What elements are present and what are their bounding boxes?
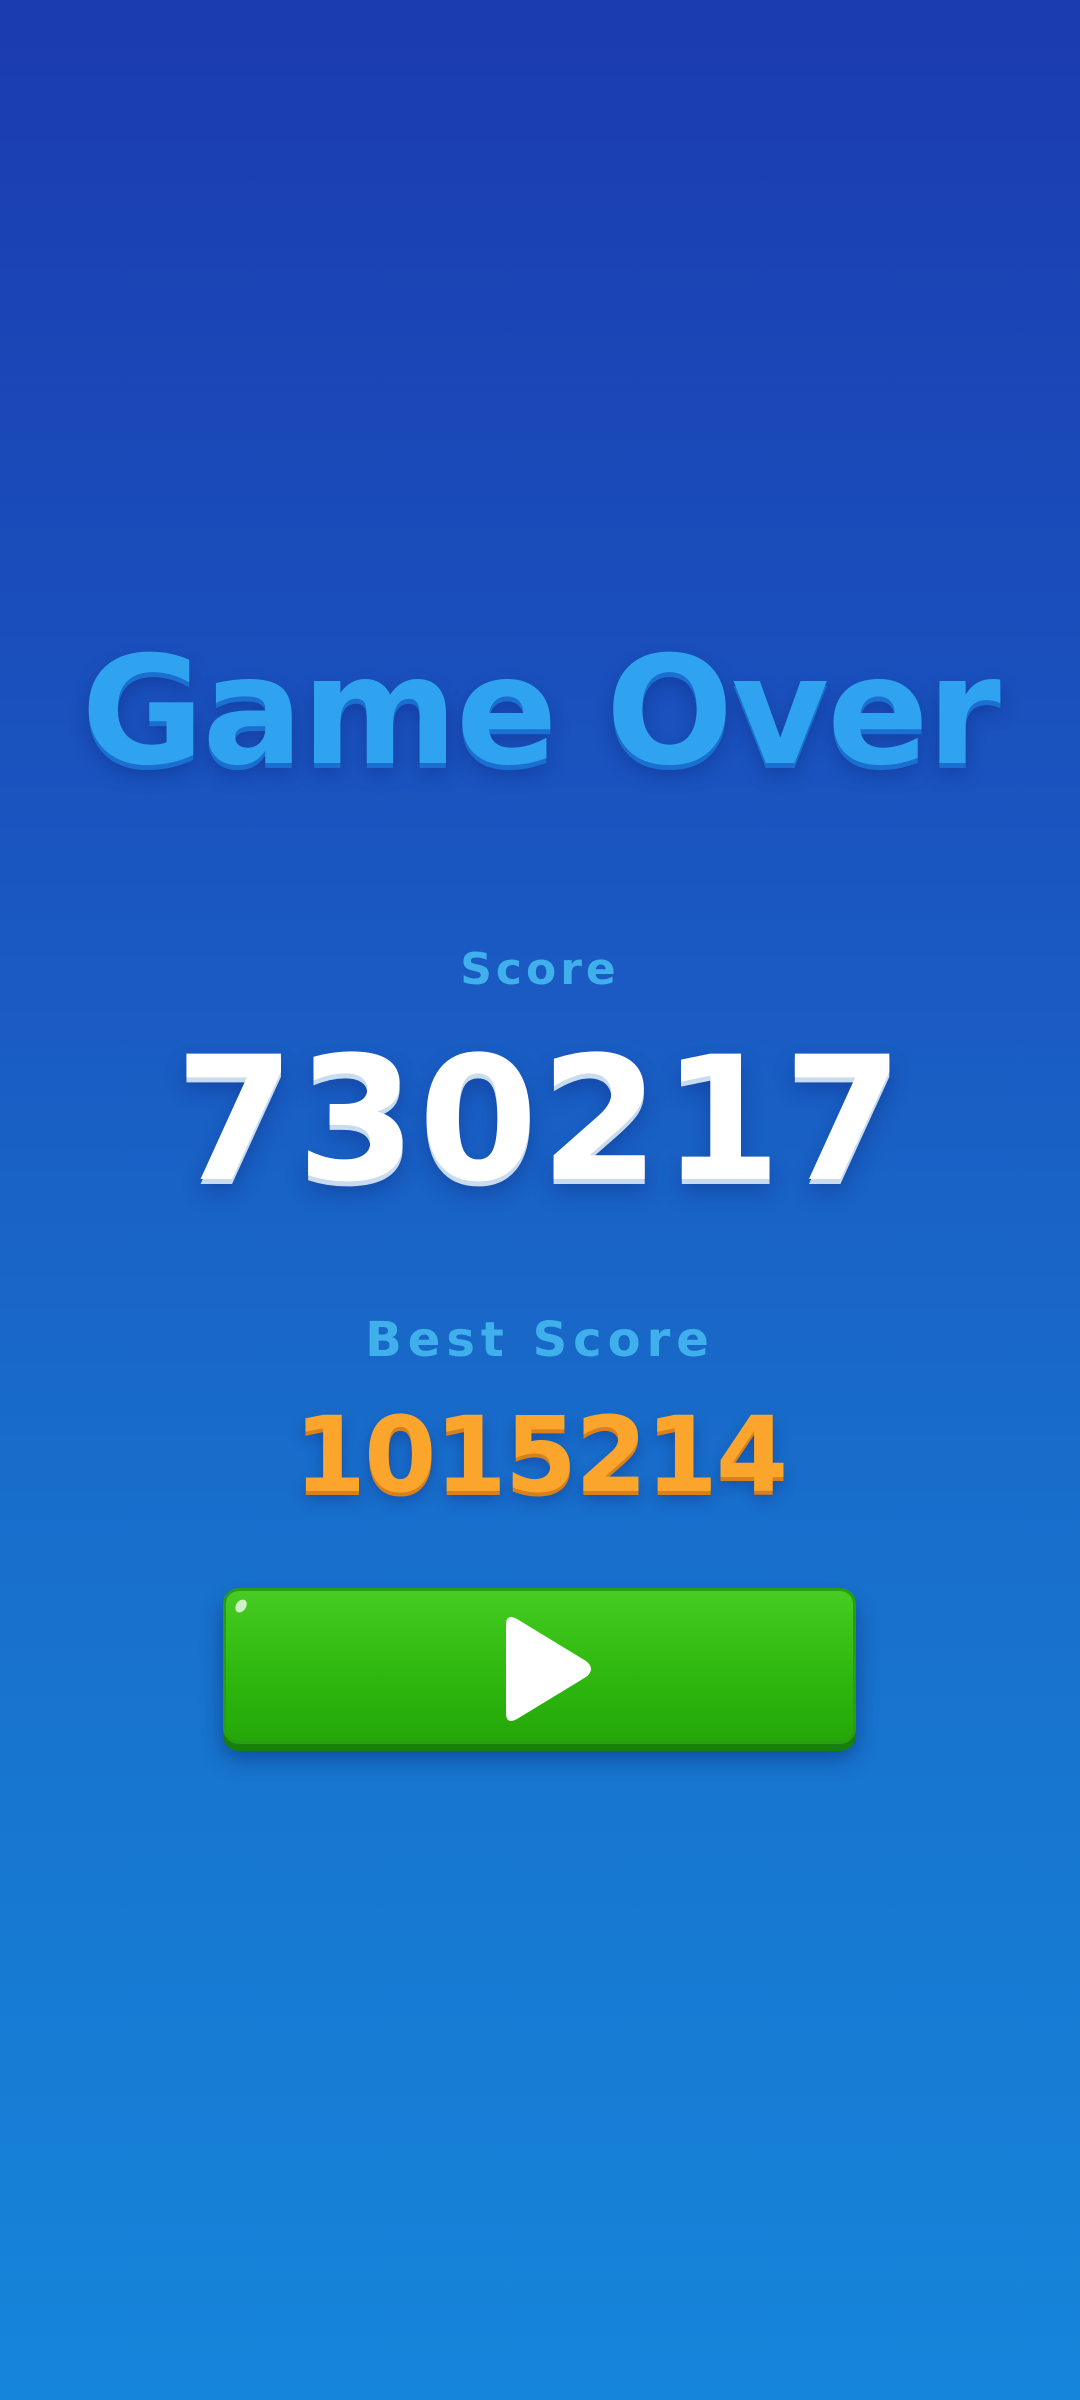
score-value: 730217 (174, 1019, 906, 1220)
game-over-screen: Game Over Score 730217 Best Score 101521… (0, 0, 1080, 2400)
button-gloss-highlight (232, 1597, 250, 1615)
score-label: Score (460, 944, 620, 995)
best-score-value: 1015214 (293, 1394, 789, 1516)
play-again-button[interactable] (223, 1588, 856, 1744)
play-icon (506, 1617, 591, 1721)
game-over-title: Game Over (81, 625, 1001, 799)
best-score-label: Best Score (365, 1312, 715, 1368)
